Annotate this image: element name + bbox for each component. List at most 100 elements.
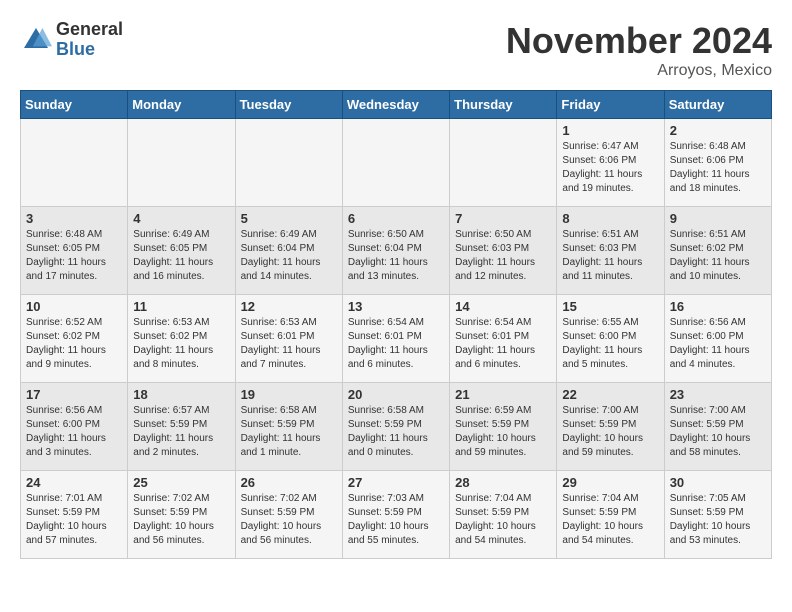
calendar-cell: 1 Sunrise: 6:47 AMSunset: 6:06 PMDaylight… [557, 119, 664, 207]
cell-info: Sunrise: 6:59 AMSunset: 5:59 PMDaylight:… [455, 404, 551, 460]
day-number: 16 [670, 299, 766, 314]
day-number: 29 [562, 475, 658, 490]
day-number: 14 [455, 299, 551, 314]
calendar-cell: 22 Sunrise: 7:00 AMSunset: 5:59 PMDayligh… [557, 383, 664, 471]
cell-info: Sunrise: 7:05 AMSunset: 5:59 PMDaylight:… [670, 492, 766, 548]
logo-icon [20, 24, 52, 56]
day-number: 9 [670, 211, 766, 226]
day-number: 20 [348, 387, 444, 402]
calendar-table: SundayMondayTuesdayWednesdayThursdayFrid… [20, 90, 772, 559]
calendar-cell: 29Sunrise: 7:04 AMSunset: 5:59 PMDayligh… [557, 471, 664, 559]
calendar-cell: 5 Sunrise: 6:49 AMSunset: 6:04 PMDaylight… [235, 207, 342, 295]
week-row-3: 10 Sunrise: 6:52 AMSunset: 6:02 PMDayligh… [21, 295, 772, 383]
header-monday: Monday [128, 91, 235, 119]
calendar-cell: 4Sunrise: 6:49 AMSunset: 6:05 PMDaylight… [128, 207, 235, 295]
calendar-cell: 9 Sunrise: 6:51 AMSunset: 6:02 PMDaylight… [664, 207, 771, 295]
cell-info: Sunrise: 6:52 AMSunset: 6:02 PMDaylight:… [26, 316, 122, 372]
calendar-cell: 19 Sunrise: 6:58 AMSunset: 5:59 PMDayligh… [235, 383, 342, 471]
day-number: 7 [455, 211, 551, 226]
day-number: 24 [26, 475, 122, 490]
day-number: 28 [455, 475, 551, 490]
logo-general: General [56, 20, 123, 40]
cell-info: Sunrise: 7:00 AMSunset: 5:59 PMDaylight:… [562, 404, 658, 460]
week-row-2: 3Sunrise: 6:48 AMSunset: 6:05 PMDaylight… [21, 207, 772, 295]
day-number: 1 [562, 123, 658, 138]
day-number: 2 [670, 123, 766, 138]
day-number: 23 [670, 387, 766, 402]
header-saturday: Saturday [664, 91, 771, 119]
cell-info: Sunrise: 6:56 AMSunset: 6:00 PMDaylight:… [26, 404, 122, 460]
calendar-cell: 28 Sunrise: 7:04 AMSunset: 5:59 PMDayligh… [450, 471, 557, 559]
cell-info: Sunrise: 6:53 AMSunset: 6:02 PMDaylight:… [133, 316, 229, 372]
header-tuesday: Tuesday [235, 91, 342, 119]
cell-info: Sunrise: 6:47 AMSunset: 6:06 PMDaylight:… [562, 140, 658, 196]
calendar-cell: 18 Sunrise: 6:57 AMSunset: 5:59 PMDayligh… [128, 383, 235, 471]
calendar-cell: 3Sunrise: 6:48 AMSunset: 6:05 PMDaylight… [21, 207, 128, 295]
calendar-cell: 26 Sunrise: 7:02 AMSunset: 5:59 PMDayligh… [235, 471, 342, 559]
day-number: 17 [26, 387, 122, 402]
calendar-cell [128, 119, 235, 207]
cell-info: Sunrise: 7:03 AMSunset: 5:59 PMDaylight:… [348, 492, 444, 548]
calendar-cell [342, 119, 449, 207]
day-number: 13 [348, 299, 444, 314]
day-number: 30 [670, 475, 766, 490]
calendar-cell [450, 119, 557, 207]
cell-info: Sunrise: 7:00 AMSunset: 5:59 PMDaylight:… [670, 404, 766, 460]
day-number: 11 [133, 299, 229, 314]
cell-info: Sunrise: 6:57 AMSunset: 5:59 PMDaylight:… [133, 404, 229, 460]
header-wednesday: Wednesday [342, 91, 449, 119]
week-row-4: 17 Sunrise: 6:56 AMSunset: 6:00 PMDayligh… [21, 383, 772, 471]
cell-info: Sunrise: 6:51 AMSunset: 6:03 PMDaylight:… [562, 228, 658, 284]
week-row-1: 1 Sunrise: 6:47 AMSunset: 6:06 PMDaylight… [21, 119, 772, 207]
cell-info: Sunrise: 6:58 AMSunset: 5:59 PMDaylight:… [241, 404, 337, 460]
calendar-cell: 6 Sunrise: 6:50 AMSunset: 6:04 PMDaylight… [342, 207, 449, 295]
cell-info: Sunrise: 6:49 AMSunset: 6:05 PMDaylight:… [133, 228, 229, 284]
calendar-cell: 17 Sunrise: 6:56 AMSunset: 6:00 PMDayligh… [21, 383, 128, 471]
day-number: 18 [133, 387, 229, 402]
header-thursday: Thursday [450, 91, 557, 119]
day-number: 10 [26, 299, 122, 314]
calendar-cell: 21 Sunrise: 6:59 AMSunset: 5:59 PMDayligh… [450, 383, 557, 471]
header-sunday: Sunday [21, 91, 128, 119]
day-number: 19 [241, 387, 337, 402]
calendar-cell: 27Sunrise: 7:03 AMSunset: 5:59 PMDayligh… [342, 471, 449, 559]
page-header: General Blue November 2024 Arroyos, Mexi… [20, 20, 772, 80]
calendar-cell: 15 Sunrise: 6:55 AMSunset: 6:00 PMDayligh… [557, 295, 664, 383]
day-number: 6 [348, 211, 444, 226]
location: Arroyos, Mexico [506, 62, 772, 80]
cell-info: Sunrise: 6:49 AMSunset: 6:04 PMDaylight:… [241, 228, 337, 284]
calendar-cell: 13Sunrise: 6:54 AMSunset: 6:01 PMDayligh… [342, 295, 449, 383]
calendar-cell: 7Sunrise: 6:50 AMSunset: 6:03 PMDaylight… [450, 207, 557, 295]
calendar-cell: 8 Sunrise: 6:51 AMSunset: 6:03 PMDaylight… [557, 207, 664, 295]
cell-info: Sunrise: 6:54 AMSunset: 6:01 PMDaylight:… [455, 316, 551, 372]
calendar-cell [21, 119, 128, 207]
cell-info: Sunrise: 6:51 AMSunset: 6:02 PMDaylight:… [670, 228, 766, 284]
calendar-cell [235, 119, 342, 207]
week-row-5: 24 Sunrise: 7:01 AMSunset: 5:59 PMDayligh… [21, 471, 772, 559]
logo-blue: Blue [56, 40, 123, 60]
logo: General Blue [20, 20, 123, 60]
day-number: 21 [455, 387, 551, 402]
day-number: 22 [562, 387, 658, 402]
calendar-cell: 23 Sunrise: 7:00 AMSunset: 5:59 PMDayligh… [664, 383, 771, 471]
day-number: 8 [562, 211, 658, 226]
cell-info: Sunrise: 7:01 AMSunset: 5:59 PMDaylight:… [26, 492, 122, 548]
cell-info: Sunrise: 6:58 AMSunset: 5:59 PMDaylight:… [348, 404, 444, 460]
cell-info: Sunrise: 6:50 AMSunset: 6:04 PMDaylight:… [348, 228, 444, 284]
cell-info: Sunrise: 7:04 AMSunset: 5:59 PMDaylight:… [455, 492, 551, 548]
day-number: 12 [241, 299, 337, 314]
cell-info: Sunrise: 6:48 AMSunset: 6:05 PMDaylight:… [26, 228, 122, 284]
logo-text: General Blue [56, 20, 123, 60]
cell-info: Sunrise: 7:02 AMSunset: 5:59 PMDaylight:… [241, 492, 337, 548]
month-title: November 2024 [506, 20, 772, 62]
day-number: 5 [241, 211, 337, 226]
cell-info: Sunrise: 7:02 AMSunset: 5:59 PMDaylight:… [133, 492, 229, 548]
cell-info: Sunrise: 6:55 AMSunset: 6:00 PMDaylight:… [562, 316, 658, 372]
calendar-cell: 25Sunrise: 7:02 AMSunset: 5:59 PMDayligh… [128, 471, 235, 559]
cell-info: Sunrise: 6:48 AMSunset: 6:06 PMDaylight:… [670, 140, 766, 196]
cell-info: Sunrise: 6:56 AMSunset: 6:00 PMDaylight:… [670, 316, 766, 372]
calendar-cell: 20 Sunrise: 6:58 AMSunset: 5:59 PMDayligh… [342, 383, 449, 471]
day-number: 15 [562, 299, 658, 314]
calendar-cell: 10 Sunrise: 6:52 AMSunset: 6:02 PMDayligh… [21, 295, 128, 383]
day-number: 26 [241, 475, 337, 490]
